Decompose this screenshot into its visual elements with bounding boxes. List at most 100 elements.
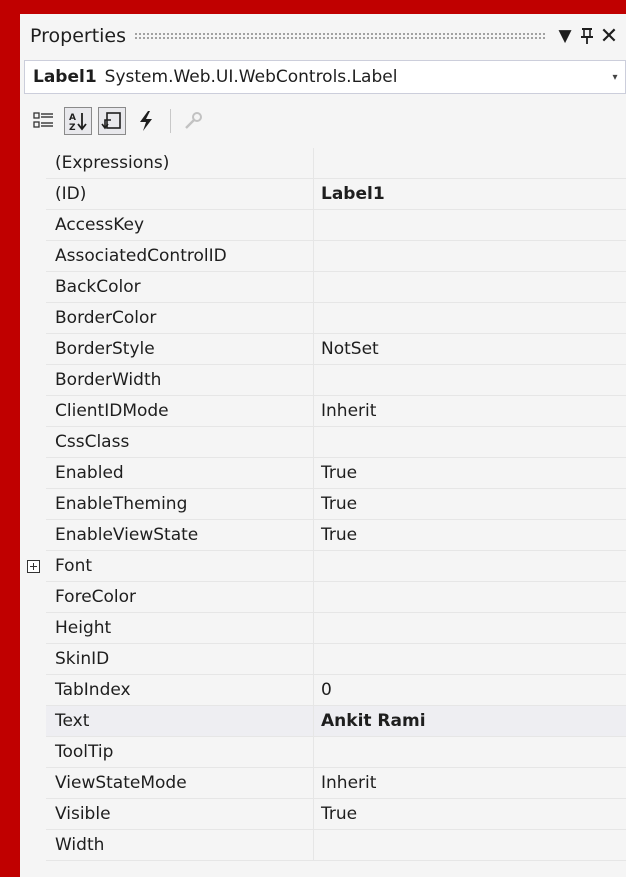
row-gutter — [20, 830, 46, 861]
property-name[interactable]: SkinID — [46, 644, 314, 675]
row-gutter — [20, 179, 46, 210]
property-name[interactable]: BorderColor — [46, 303, 314, 334]
properties-icon[interactable] — [98, 107, 126, 135]
property-name[interactable]: TabIndex — [46, 675, 314, 706]
row-gutter — [20, 427, 46, 458]
property-name[interactable]: Visible — [46, 799, 314, 830]
property-name[interactable]: EnableViewState — [46, 520, 314, 551]
property-row[interactable]: TabIndex 0 — [20, 675, 626, 706]
row-gutter — [20, 520, 46, 551]
property-value[interactable] — [314, 427, 626, 458]
property-value[interactable] — [314, 272, 626, 303]
property-value[interactable]: Inherit — [314, 768, 626, 799]
property-row[interactable]: BorderStyle NotSet — [20, 334, 626, 365]
property-row[interactable]: (Expressions) — [20, 148, 626, 179]
property-name[interactable]: AssociatedControlID — [46, 241, 314, 272]
title-bar[interactable]: Properties ▼ ✕ — [20, 14, 626, 58]
property-value[interactable] — [314, 365, 626, 396]
panel-title: Properties — [30, 25, 127, 47]
chevron-down-icon[interactable]: ▾ — [605, 72, 625, 83]
property-name[interactable]: (ID) — [46, 179, 314, 210]
events-icon[interactable] — [132, 107, 160, 135]
drag-grip[interactable] — [134, 31, 546, 41]
row-gutter — [20, 458, 46, 489]
expand-icon[interactable] — [26, 560, 40, 573]
property-row[interactable]: BorderWidth — [20, 365, 626, 396]
property-row[interactable]: Width — [20, 830, 626, 861]
property-name[interactable]: ViewStateMode — [46, 768, 314, 799]
property-value[interactable]: 0 — [314, 675, 626, 706]
property-row[interactable]: Enabled True — [20, 458, 626, 489]
property-value[interactable]: True — [314, 489, 626, 520]
property-name[interactable]: EnableTheming — [46, 489, 314, 520]
row-gutter — [20, 334, 46, 365]
row-gutter — [20, 396, 46, 427]
object-selector[interactable]: Label1 System.Web.UI.WebControls.Label ▾ — [24, 60, 626, 94]
property-value[interactable] — [314, 551, 626, 582]
property-value[interactable] — [314, 613, 626, 644]
property-value[interactable] — [314, 644, 626, 675]
property-value[interactable] — [314, 210, 626, 241]
property-name[interactable]: BackColor — [46, 272, 314, 303]
property-name[interactable]: Height — [46, 613, 314, 644]
property-row[interactable]: BorderColor — [20, 303, 626, 334]
property-row[interactable]: EnableViewState True — [20, 520, 626, 551]
property-row[interactable]: Text Ankit Rami — [20, 706, 626, 737]
property-name[interactable]: AccessKey — [46, 210, 314, 241]
property-value[interactable]: True — [314, 458, 626, 489]
property-value[interactable]: NotSet — [314, 334, 626, 365]
row-gutter — [20, 675, 46, 706]
property-value[interactable] — [314, 737, 626, 768]
property-row[interactable]: ClientIDMode Inherit — [20, 396, 626, 427]
property-value[interactable] — [314, 830, 626, 861]
row-gutter — [20, 706, 46, 737]
property-row[interactable]: ToolTip — [20, 737, 626, 768]
property-row[interactable]: ViewStateMode Inherit — [20, 768, 626, 799]
property-name[interactable]: ClientIDMode — [46, 396, 314, 427]
property-value[interactable]: True — [314, 520, 626, 551]
svg-text:A: A — [69, 113, 76, 123]
property-value[interactable]: Ankit Rami — [314, 706, 626, 737]
row-gutter — [20, 210, 46, 241]
property-name[interactable]: BorderStyle — [46, 334, 314, 365]
pin-icon[interactable] — [576, 22, 598, 50]
property-row[interactable]: AccessKey — [20, 210, 626, 241]
property-row[interactable]: BackColor — [20, 272, 626, 303]
property-row[interactable]: ForeColor — [20, 582, 626, 613]
row-gutter — [20, 272, 46, 303]
property-row[interactable]: EnableTheming True — [20, 489, 626, 520]
property-value[interactable] — [314, 241, 626, 272]
row-gutter — [20, 303, 46, 334]
alphabetical-icon[interactable]: A Z — [64, 107, 92, 135]
property-pages-icon[interactable] — [179, 107, 207, 135]
property-name[interactable]: Font — [46, 551, 314, 582]
property-row[interactable]: Height — [20, 613, 626, 644]
property-row[interactable]: Visible True — [20, 799, 626, 830]
row-gutter — [20, 737, 46, 768]
property-row[interactable]: AssociatedControlID — [20, 241, 626, 272]
property-value[interactable]: Inherit — [314, 396, 626, 427]
property-row[interactable]: (ID) Label1 — [20, 179, 626, 210]
property-value[interactable] — [314, 303, 626, 334]
categorized-icon[interactable] — [30, 107, 58, 135]
row-gutter — [20, 148, 46, 179]
property-row[interactable]: SkinID — [20, 644, 626, 675]
property-row[interactable]: CssClass — [20, 427, 626, 458]
property-value[interactable]: True — [314, 799, 626, 830]
object-name: Label1 — [33, 67, 97, 87]
property-name[interactable]: (Expressions) — [46, 148, 314, 179]
property-row[interactable]: Font — [20, 551, 626, 582]
property-name[interactable]: Text — [46, 706, 314, 737]
close-icon[interactable]: ✕ — [598, 22, 620, 50]
property-name[interactable]: CssClass — [46, 427, 314, 458]
dropdown-icon[interactable]: ▼ — [554, 22, 576, 50]
properties-toolbar: A Z — [24, 96, 626, 146]
property-name[interactable]: Width — [46, 830, 314, 861]
property-value[interactable]: Label1 — [314, 179, 626, 210]
property-name[interactable]: ToolTip — [46, 737, 314, 768]
property-value[interactable] — [314, 582, 626, 613]
property-name[interactable]: Enabled — [46, 458, 314, 489]
property-name[interactable]: BorderWidth — [46, 365, 314, 396]
property-name[interactable]: ForeColor — [46, 582, 314, 613]
property-value[interactable] — [314, 148, 626, 179]
